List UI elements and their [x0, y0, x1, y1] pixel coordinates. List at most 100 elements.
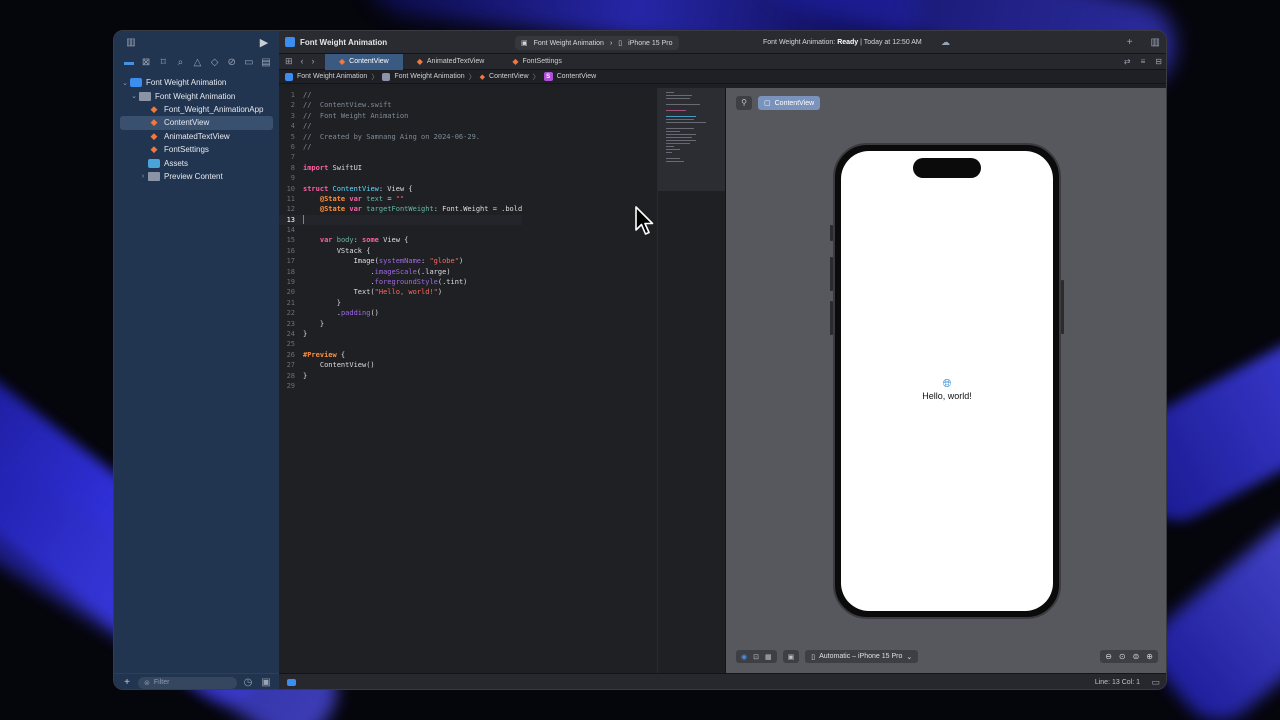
code-line[interactable]: 17 Image(systemName: "globe"): [279, 256, 522, 266]
code-line[interactable]: 3 // Font Weight Animation: [279, 111, 522, 121]
code-line[interactable]: 26 #Preview {: [279, 350, 522, 360]
code-line[interactable]: 24}: [279, 329, 522, 339]
code-text: @State var targetFontWeight: Font.Weight…: [303, 204, 522, 214]
device-selector[interactable]: ▯ Automatic – iPhone 15 Pro ⌄: [805, 650, 919, 663]
code-line[interactable]: 5 // Created by Samnang Aing on 2024-06-2…: [279, 132, 522, 142]
code-line[interactable]: 23 }: [279, 319, 522, 329]
source-editor[interactable]: 1 // 2 // ContentView.swift 3 // Font Weight …: [279, 88, 725, 673]
code-line[interactable]: 15 var body: some View {: [279, 235, 522, 245]
code-line[interactable]: 14: [279, 225, 522, 235]
code-line[interactable]: 13: [279, 214, 523, 226]
minimap-viewport[interactable]: [657, 88, 725, 191]
code-line[interactable]: 28}: [279, 371, 522, 381]
breadcrumb-item[interactable]: ContentView: [557, 73, 597, 80]
zoom-actual-icon[interactable]: ⊜: [1133, 652, 1140, 661]
refresh-icon[interactable]: ⇄: [1124, 57, 1131, 66]
pin-icon[interactable]: ⚲: [736, 96, 752, 110]
report-icon[interactable]: ▤: [259, 58, 273, 68]
sidebar-item[interactable]: ◆ ContentView: [120, 116, 273, 130]
scheme-selector[interactable]: ▣ Font Weight Animation › ▯ iPhone 15 Pr…: [515, 36, 679, 50]
editor-options-icon[interactable]: ≡: [1141, 57, 1146, 66]
source-control-icon[interactable]: ⊠: [139, 58, 153, 68]
code-line[interactable]: 10 struct ContentView: View {: [279, 184, 522, 194]
variants-icon[interactable]: ▦: [765, 653, 772, 661]
sidebar-item[interactable]: › Preview Content: [114, 170, 279, 183]
folder-icon[interactable]: ▬: [122, 58, 136, 68]
line-number: 13: [286, 215, 295, 224]
sidebar-item[interactable]: ◆ Font_Weight_AnimationApp: [114, 103, 279, 116]
add-icon[interactable]: +: [120, 677, 134, 688]
editor-tab[interactable]: ◆ AnimatedTextView: [403, 54, 499, 70]
run-button-icon[interactable]: ▶: [257, 37, 271, 48]
sidebar-item[interactable]: ⌄ Font Weight Animation: [114, 76, 279, 89]
split-editor-icon[interactable]: ⊟: [1155, 57, 1162, 66]
bookmark-icon[interactable]: ⌑: [156, 58, 170, 68]
live-preview-icon[interactable]: ◉: [741, 653, 747, 661]
zoom-in-icon[interactable]: ⊕: [1146, 652, 1153, 661]
breadcrumb-item[interactable]: ContentView: [489, 73, 529, 80]
sidebar-item[interactable]: ⌄ Font Weight Animation: [114, 89, 279, 102]
device-settings-button[interactable]: ▣: [782, 650, 800, 663]
zoom-fit-icon[interactable]: ⊙: [1119, 652, 1126, 661]
code-line[interactable]: 27 ContentView(): [279, 360, 522, 370]
sidebar-item[interactable]: Assets: [114, 156, 279, 169]
add-library-icon[interactable]: +: [1127, 37, 1133, 48]
code-line[interactable]: 16 VStack {: [279, 246, 522, 256]
grid-icon[interactable]: ⊞: [285, 56, 293, 67]
code-line[interactable]: 19 .foregroundStyle(.tint): [279, 277, 522, 287]
debug-area-toggle-icon[interactable]: [287, 679, 296, 686]
code-line[interactable]: 9: [279, 173, 522, 183]
breadcrumb-item[interactable]: Font Weight Animation: [394, 73, 464, 80]
mouse-cursor-icon: [635, 206, 654, 235]
line-number: 4: [290, 122, 295, 131]
editor-tab[interactable]: ◆ ContentView: [325, 53, 403, 70]
editor-tab[interactable]: ◆ FontSettings: [498, 54, 575, 70]
code-line[interactable]: 1 //: [279, 90, 522, 100]
code-line[interactable]: 11 @State var text = "": [279, 194, 522, 204]
xcode-window: ▥ ▶ ▬ ⊠ ⌑ ⌕ △ ◇ ⊘ ▭ ▤ ⌄ Font Weight Anima…: [113, 30, 1167, 690]
warning-icon[interactable]: △: [191, 58, 205, 68]
code-line[interactable]: 29: [279, 381, 522, 391]
line-number: 8: [290, 163, 295, 172]
zoom-out-icon[interactable]: ⊖: [1105, 652, 1112, 661]
disclosure-icon[interactable]: ⌄: [120, 79, 130, 87]
breadcrumb-item[interactable]: Font Weight Animation: [297, 73, 367, 80]
panel-toggle-icon[interactable]: ▭: [1151, 677, 1160, 688]
code-line[interactable]: 4 //: [279, 121, 522, 131]
code-line[interactable]: 20 Text("Hello, world!"): [279, 287, 522, 297]
code-line[interactable]: 25: [279, 339, 522, 349]
sidebar-item[interactable]: ◆ AnimatedTextView: [114, 130, 279, 143]
disclosure-icon[interactable]: ›: [138, 173, 148, 180]
sidebar-item[interactable]: ◆ FontSettings: [114, 143, 279, 156]
code-line[interactable]: 21 }: [279, 298, 522, 308]
selectable-icon[interactable]: ⊡: [753, 653, 759, 661]
debug-icon[interactable]: ⊘: [225, 58, 239, 68]
code-line[interactable]: 18 .imageScale(.large): [279, 267, 522, 277]
test-icon[interactable]: ◇: [208, 58, 222, 68]
minimap[interactable]: [657, 191, 725, 673]
search-icon[interactable]: ⌕: [173, 58, 187, 68]
line-number: 2: [290, 101, 295, 110]
breakpoint-icon[interactable]: ▭: [242, 58, 256, 68]
sidebar-toggle-icon[interactable]: ▥: [124, 37, 138, 48]
line-number: 23: [286, 319, 295, 328]
recent-files-icon[interactable]: ◷: [241, 677, 255, 688]
forward-icon[interactable]: ›: [312, 56, 315, 67]
code-line[interactable]: 22 .padding(): [279, 308, 522, 318]
project-navigator: ▥ ▶ ▬ ⊠ ⌑ ⌕ △ ◇ ⊘ ▭ ▤ ⌄ Font Weight Anima…: [114, 31, 279, 689]
device-screen[interactable]: 🌐︎ Hello, world!: [841, 151, 1053, 611]
filter-options-icon[interactable]: ▣: [259, 677, 273, 688]
code-line[interactable]: 12 @State var targetFontWeight: Font.Wei…: [279, 204, 523, 214]
code-line[interactable]: 2 // ContentView.swift: [279, 100, 522, 110]
code-line[interactable]: 7: [279, 152, 522, 162]
back-icon[interactable]: ‹: [301, 56, 304, 67]
disclosure-icon[interactable]: ⌄: [129, 92, 139, 100]
inspector-toggle-icon[interactable]: ▥: [1151, 37, 1160, 48]
code-lines[interactable]: 1 // 2 // ContentView.swift 3 // Font Weight …: [279, 90, 523, 391]
code-line[interactable]: 8 import SwiftUI: [279, 163, 522, 173]
preview-tab[interactable]: ▢ ContentView: [758, 96, 821, 110]
preview-mode-segment[interactable]: ◉ ⊡ ▦: [736, 650, 777, 663]
filter-field[interactable]: ⊜ Filter: [138, 676, 237, 689]
code-line[interactable]: 6 //: [279, 142, 522, 152]
